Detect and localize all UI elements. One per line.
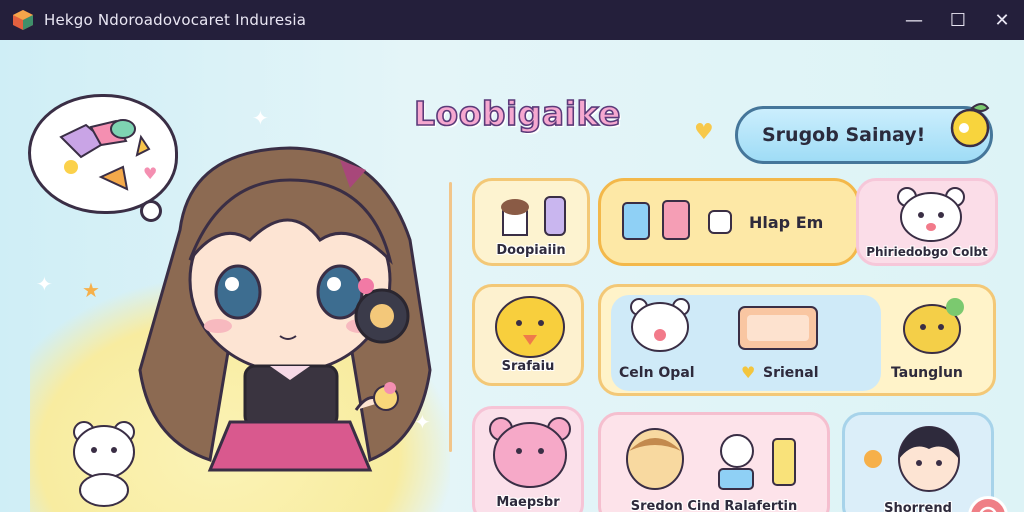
white-bear-illustration	[73, 421, 135, 507]
heart-icon: ♥	[741, 363, 756, 382]
close-button[interactable]: ✕	[980, 0, 1024, 40]
bear-face-icon	[897, 187, 965, 242]
menu-card-group-center[interactable]: Celn Opal ♥ Srienal Taunglun	[598, 284, 996, 396]
character-portrait-icon	[864, 426, 960, 492]
girl-character-illustration	[138, 146, 432, 472]
menu-card-shorrend[interactable]: Shorrend	[842, 412, 994, 512]
sparkle-icon: ✦	[252, 106, 269, 130]
bear-face-icon	[630, 298, 690, 352]
title-bar: Hekgo Ndoroadovocaret Induresia — ☐ ✕	[0, 0, 1024, 40]
chick-face-icon	[495, 296, 565, 358]
menu-card-label: Phiriedobgo Colbt	[866, 245, 988, 259]
menu-card-hlap-em[interactable]: Hlap Em	[598, 178, 860, 266]
menu-card-label: Celn Opal	[619, 365, 695, 381]
sparkle-icon: ✦	[36, 272, 53, 296]
food-icon	[501, 196, 566, 236]
divider	[449, 182, 452, 452]
menu-card-label: Taunglun	[891, 365, 963, 381]
main-content: ♥ ✦ ✦ ★ ✦ Loobigaike ♥ Srugob Sainay! Do…	[0, 40, 1024, 512]
menu-card-srafaiu[interactable]: Srafaiu	[472, 284, 584, 386]
window-controls: — ☐ ✕	[892, 0, 1024, 40]
menu-card-phiriedobgo-colbt[interactable]: Phiriedobgo Colbt	[856, 178, 998, 266]
menu-card-doopiaiin[interactable]: Doopiaiin	[472, 178, 590, 266]
pink-bear-icon	[489, 417, 571, 488]
minimize-button[interactable]: —	[892, 0, 936, 40]
close-icon: ✕	[994, 9, 1010, 31]
menu-card-label: Srafaiu	[501, 359, 555, 374]
fab-icon	[979, 506, 997, 512]
menu-card-label: Doopiaiin	[496, 243, 566, 258]
menu-card-sredon-cind[interactable]: Sredon Cind Ralafertin	[598, 412, 830, 512]
window-title: Hekgo Ndoroadovocaret Induresia	[44, 11, 307, 29]
heart-icon: ♥	[694, 120, 714, 145]
maximize-icon: ☐	[949, 9, 967, 31]
yellow-bear-icon	[903, 298, 964, 354]
app-icon	[13, 10, 33, 30]
characters-icon	[626, 428, 796, 490]
menu-card-label: Maepsbr	[496, 495, 560, 510]
maximize-button[interactable]: ☐	[936, 0, 980, 40]
app-logo-text: Loobigaike	[413, 93, 621, 134]
stationery-icon	[622, 200, 732, 240]
star-icon: ★	[82, 278, 100, 302]
search-button-label: Srugob Sainay!	[762, 124, 926, 146]
menu-card-maepsbr[interactable]: Maepsbr	[472, 406, 584, 512]
minimize-icon: —	[905, 9, 923, 31]
menu-card-label: Hlap Em	[749, 213, 824, 232]
sticker-card-icon	[738, 306, 818, 350]
lemon-search-icon[interactable]	[942, 98, 996, 152]
menu-card-label: Sredon Cind Ralafertin	[630, 499, 798, 512]
menu-card-label: Srienal	[763, 365, 819, 381]
